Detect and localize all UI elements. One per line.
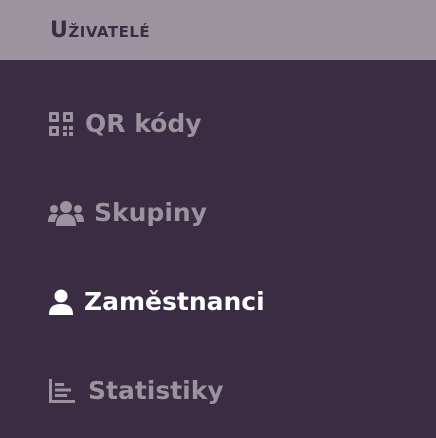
sidebar-item-label: Zaměstnanci [84, 287, 265, 316]
sidebar-item-employees[interactable]: Zaměstnanci [0, 271, 436, 331]
section-title: Uživatelé [50, 18, 151, 43]
section-header: Uživatelé [0, 0, 436, 60]
user-icon [49, 289, 73, 315]
sidebar-item-label: Skupiny [94, 198, 207, 227]
sidebar-item-statistics[interactable]: Statistiky [0, 360, 436, 420]
sidebar-item-label: QR kódy [85, 109, 202, 138]
qr-code-icon [49, 112, 73, 136]
sidebar-item-label: Statistiky [88, 376, 224, 405]
bar-chart-icon [49, 379, 75, 403]
sidebar-panel: Uživatelé QR kódy Skupiny Zaměstnanci St… [0, 0, 436, 438]
users-group-icon [48, 201, 84, 226]
sidebar-item-groups[interactable]: Skupiny [0, 182, 436, 242]
sidebar-item-qr-codes[interactable]: QR kódy [0, 93, 436, 153]
